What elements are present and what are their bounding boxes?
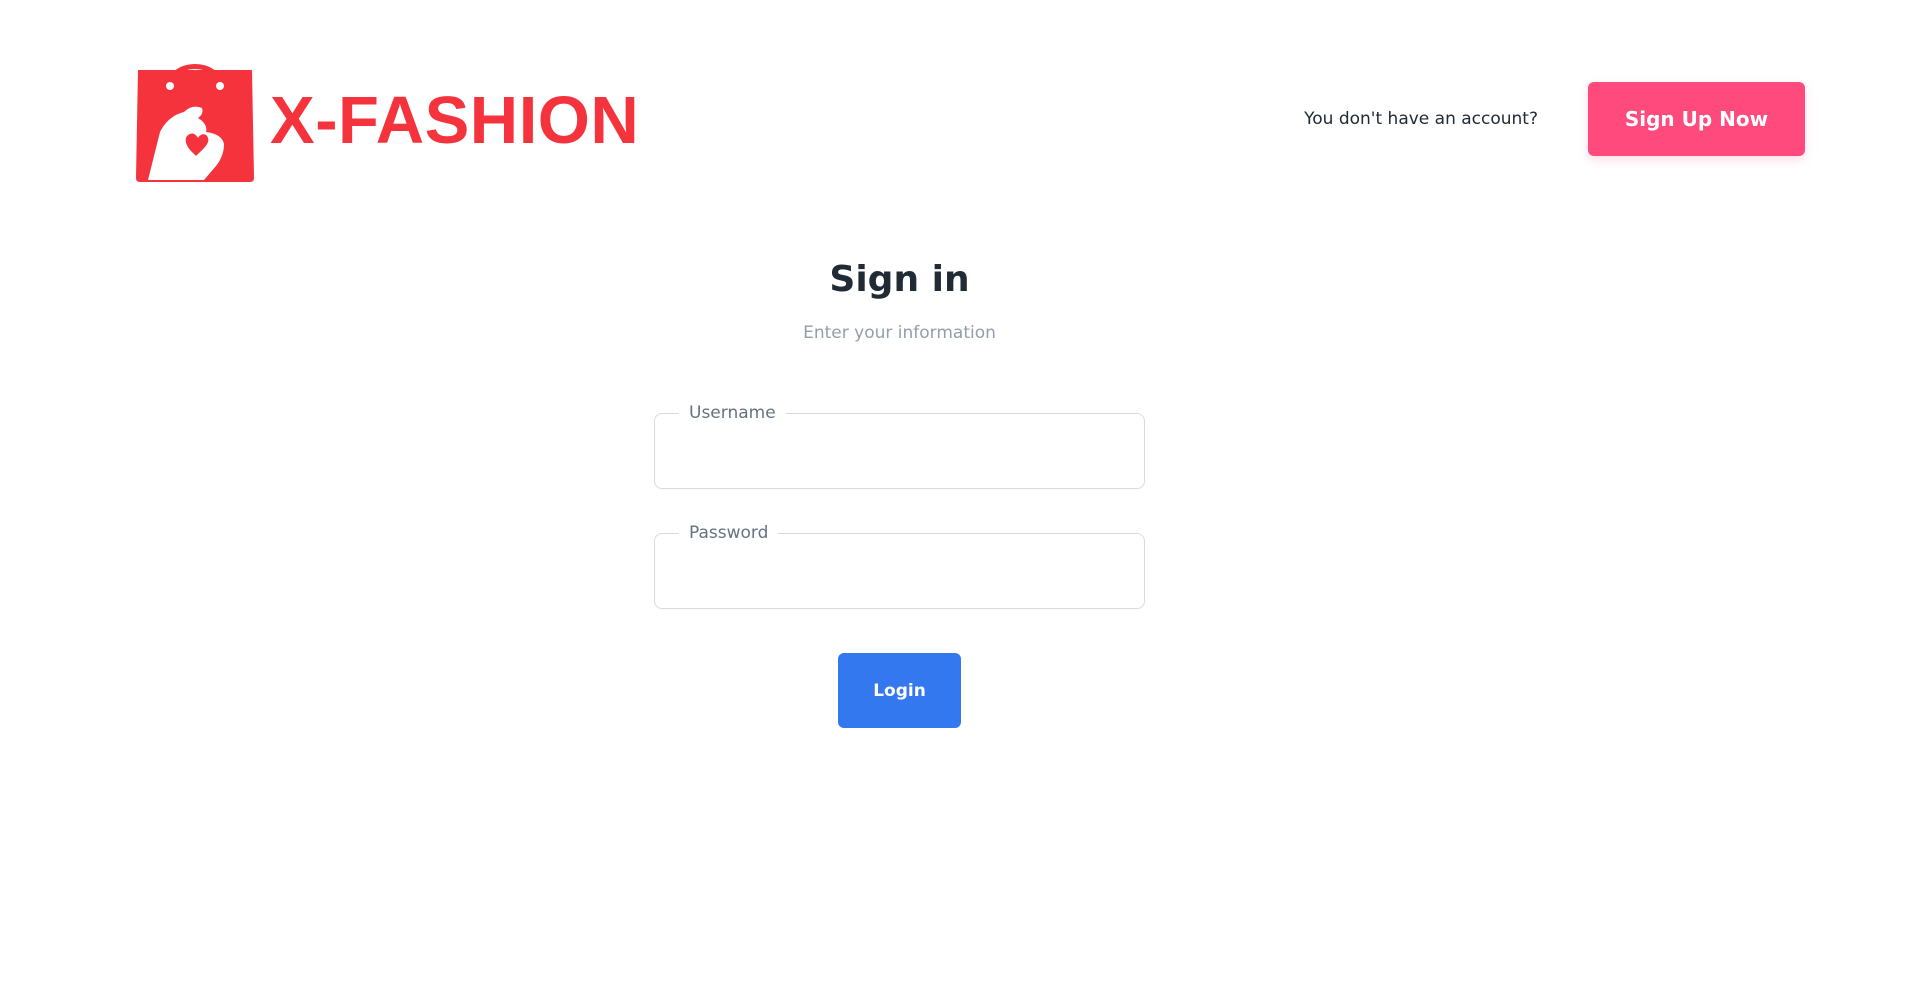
header-actions: You don't have an account? Sign Up Now <box>1304 82 1805 156</box>
page-subtitle: Enter your information <box>803 323 996 344</box>
brand-logo[interactable]: X-FASHION <box>134 52 639 184</box>
account-prompt: You don't have an account? <box>1304 109 1538 129</box>
login-button[interactable]: Login <box>838 653 961 729</box>
sign-up-button[interactable]: Sign Up Now <box>1588 82 1805 156</box>
username-field: Username <box>654 404 1145 490</box>
brand-name: X-FASHION <box>270 82 640 158</box>
password-input[interactable] <box>654 533 1145 610</box>
page-title: Sign in <box>829 259 970 300</box>
username-input[interactable] <box>654 413 1145 490</box>
password-field: Password <box>654 524 1145 610</box>
shopping-bag-heart-icon <box>136 64 254 182</box>
sign-in-form: Sign in Enter your information Username … <box>654 258 1145 729</box>
login-page: X-FASHION You don't have an account? Sig… <box>0 0 1918 989</box>
